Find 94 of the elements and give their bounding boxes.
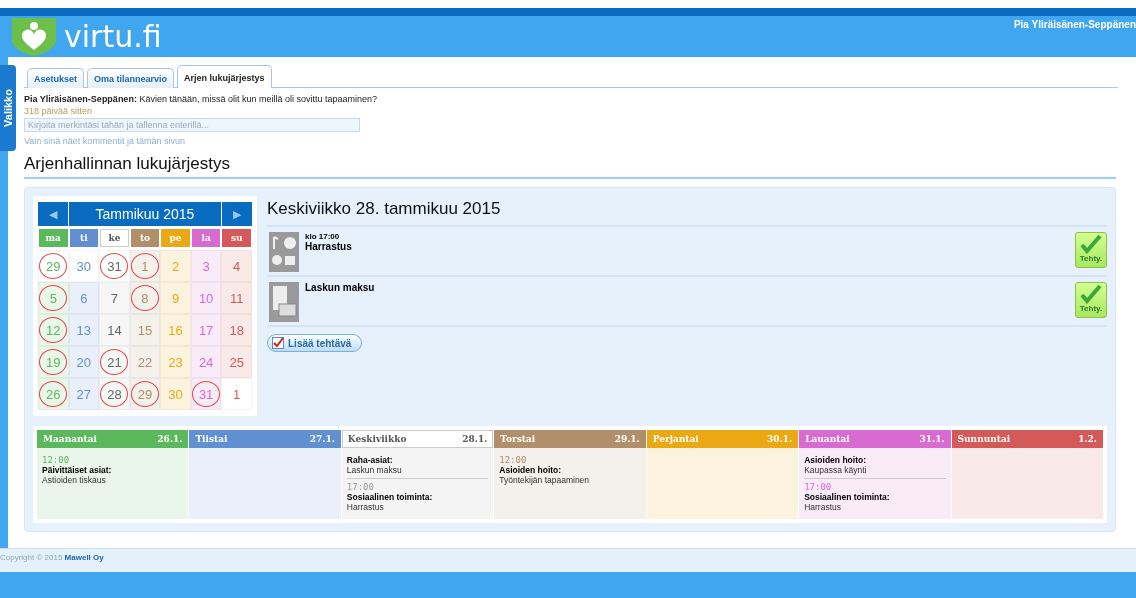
weekday-header: ma bbox=[39, 229, 68, 247]
tab[interactable]: Oma tilannearvio bbox=[87, 68, 175, 88]
comment-text: Pia Yliräisänen-Seppänen: Kävien tänään, missä olit kun meillä oli sovittu tapaaminen? bbox=[24, 94, 379, 104]
weekday-header: pe bbox=[161, 229, 190, 247]
calendar-day[interactable]: 26 bbox=[38, 378, 69, 410]
calendar-day[interactable]: 2 bbox=[160, 250, 191, 282]
entry-time: 12:00 bbox=[499, 455, 528, 465]
tab[interactable]: Asetukset bbox=[27, 68, 85, 88]
heart-shield-logo[interactable] bbox=[10, 16, 58, 56]
calendar-day[interactable]: 1 bbox=[221, 378, 252, 410]
tab[interactable]: Arjen lukujärjestys bbox=[177, 65, 272, 88]
day-title: Keskiviikko 28. tammikuu 2015 bbox=[267, 196, 1107, 227]
calendar-day[interactable]: 23 bbox=[160, 346, 191, 378]
calendar-day[interactable]: 17 bbox=[190, 314, 222, 346]
calendar-day[interactable]: 1 bbox=[129, 250, 161, 282]
comment-field[interactable]: Kirjoita merkintäsi tähän ja tallenna enterillä... bbox=[24, 118, 360, 132]
day-column-header[interactable]: Sunnuntai 1.2. bbox=[951, 430, 1103, 448]
calendar-day[interactable]: 3 bbox=[190, 250, 222, 282]
bill-icon bbox=[269, 282, 299, 322]
calendar-day[interactable]: 16 bbox=[160, 314, 191, 346]
calendar-day[interactable]: 18 bbox=[221, 314, 252, 346]
entry-category: Sosiaalinen toiminta: bbox=[804, 492, 891, 502]
calendar-day[interactable]: 19 bbox=[38, 346, 69, 378]
weekday-header: la bbox=[191, 229, 221, 247]
calendar-day[interactable]: 12 bbox=[38, 314, 69, 346]
weekday-header: ke bbox=[100, 229, 129, 247]
done-button[interactable]: Tehty. bbox=[1075, 282, 1107, 318]
entry-category: Asioiden hoito: bbox=[804, 455, 867, 465]
privacy-note: Vain sinä näet kommentit ja tämän sivun bbox=[24, 136, 186, 146]
calendar-day[interactable]: 31 bbox=[190, 378, 222, 410]
weekday-header: su bbox=[222, 229, 251, 247]
entry-task: Harrastus bbox=[804, 502, 842, 512]
hobby-icon bbox=[269, 232, 299, 272]
day-column-header[interactable]: Lauantai 31.1. bbox=[799, 430, 951, 448]
add-task-button[interactable]: Lisää tehtävä bbox=[267, 334, 363, 352]
weekday-header: to bbox=[130, 229, 160, 247]
entry-category: Sosiaalinen toiminta: bbox=[346, 492, 434, 502]
entry-category: Asioiden hoito: bbox=[499, 465, 563, 475]
weekday-header: ti bbox=[69, 229, 99, 247]
company-link[interactable]: Mawell Oy bbox=[64, 553, 104, 562]
calendar-day[interactable]: 20 bbox=[68, 346, 100, 378]
calendar-day[interactable]: 5 bbox=[38, 282, 69, 314]
calendar-day[interactable]: 14 bbox=[99, 314, 130, 346]
entry-time: 12:00 bbox=[42, 455, 71, 465]
calendar-day[interactable]: 29 bbox=[38, 250, 69, 282]
entry-task: Laskun maksu bbox=[346, 465, 403, 475]
calendar-day[interactable]: 28 bbox=[99, 378, 130, 410]
day-column-header[interactable]: Tiistai 27.1. bbox=[189, 430, 341, 448]
day-column-header[interactable]: Perjantai 30.1. bbox=[646, 430, 799, 448]
entry-task: Harrastus bbox=[346, 502, 385, 512]
day-column-header[interactable]: Maanantai 26.1. bbox=[37, 430, 189, 448]
entry-category: Raha-asiat: bbox=[346, 455, 394, 465]
checkbox-icon bbox=[272, 337, 284, 349]
calendar-day[interactable]: 9 bbox=[160, 282, 191, 314]
prev-month-button[interactable]: ◀ bbox=[38, 202, 68, 226]
entry-task: Astioiden tiskaus bbox=[42, 475, 107, 485]
calendar-day[interactable]: 8 bbox=[129, 282, 161, 314]
calendar-day[interactable]: 31 bbox=[99, 250, 130, 282]
logo-text[interactable]: virtu.fi bbox=[64, 18, 162, 54]
entry-time: 17:00 bbox=[346, 482, 375, 492]
task-time: klo 17:00 bbox=[305, 232, 341, 241]
entry-task: Kaupassa käynti bbox=[804, 465, 868, 475]
calendar-day[interactable]: 25 bbox=[221, 346, 252, 378]
calendar-day[interactable]: 6 bbox=[68, 282, 100, 314]
calendar-day[interactable]: 29 bbox=[129, 378, 161, 410]
next-month-button[interactable]: ▶ bbox=[222, 202, 252, 226]
user-name[interactable]: Pia Yliräisänen-Seppänen bbox=[1013, 16, 1136, 30]
day-column-header[interactable]: Torstai 29.1. bbox=[494, 430, 646, 448]
calendar-day[interactable]: 7 bbox=[99, 282, 130, 314]
entry-time: 17:00 bbox=[804, 482, 833, 492]
month-title: Tammikuu 2015 bbox=[69, 202, 221, 226]
calendar-day[interactable]: 22 bbox=[129, 346, 161, 378]
calendar-day[interactable]: 13 bbox=[68, 314, 100, 346]
task-name: Laskun maksu bbox=[305, 282, 376, 293]
calendar-day[interactable]: 4 bbox=[221, 250, 252, 282]
calendar-day[interactable]: 27 bbox=[68, 378, 100, 410]
calendar-day[interactable]: 15 bbox=[129, 314, 161, 346]
calendar-day[interactable]: 30 bbox=[160, 378, 191, 410]
menu-side-tab[interactable]: Valikko bbox=[0, 65, 16, 151]
calendar-day[interactable]: 30 bbox=[68, 250, 100, 282]
checkmark-icon bbox=[1080, 234, 1102, 254]
calendar-day[interactable]: 11 bbox=[221, 282, 252, 314]
calendar-day[interactable]: 10 bbox=[190, 282, 222, 314]
page-title: Arjenhallinnan lukujärjestys bbox=[24, 154, 1116, 179]
day-column-header[interactable]: Keskiviikko 28.1. bbox=[341, 430, 494, 448]
task-name: Harrastus bbox=[305, 241, 353, 252]
entry-task: Työntekijän tapaaminen bbox=[499, 475, 591, 485]
copyright-text: Copyright © 2015 bbox=[0, 553, 63, 562]
done-button[interactable]: Tehty. bbox=[1075, 232, 1107, 268]
entry-category: Päivittäiset asiat: bbox=[42, 465, 113, 475]
calendar-day[interactable]: 24 bbox=[190, 346, 222, 378]
checkmark-icon bbox=[1080, 284, 1102, 304]
calendar-day[interactable]: 21 bbox=[99, 346, 130, 378]
comment-age: 318 päivää sitten bbox=[24, 106, 94, 116]
